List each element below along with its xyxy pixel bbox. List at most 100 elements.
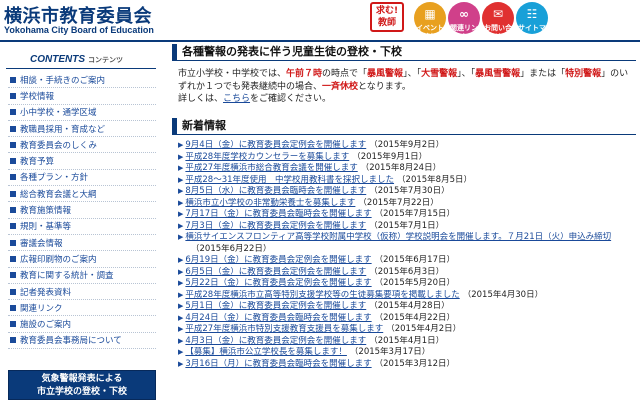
news-item-link[interactable]: 5月1日（金）に教育委員会定例会を開催します [185,301,366,313]
square-bullet-icon [10,304,16,311]
news-item-link[interactable]: 平成28年度横浜市立高等特別支援学校等の生徒募集要項を掲載しました [185,290,459,302]
site-header: 横浜市教育委員会 Yokohama City Board of Educatio… [0,0,640,44]
square-bullet-icon [10,207,16,214]
sidebar-item[interactable]: 教育施策情報 [8,202,156,219]
sidebar-item[interactable]: 教育委員会事務局について [8,333,156,350]
sidebar-item-label: 教育に関する統計・調査 [20,271,114,282]
news-item-date: （2015年7月22日） [358,197,439,208]
sidebar-item[interactable]: 教職員採用・育成など [8,121,156,138]
arrow-bullet-icon: ▶ [178,279,184,287]
arrow-bullet-icon: ▶ [178,336,184,345]
sidebar-item-label: 関連リンク [20,303,63,314]
news-item-link[interactable]: 平成27年度横浜市特別支援教育支援員を募集します [185,324,383,336]
sidebar-item-label: 相談・手続きのご案内 [20,75,106,86]
news-item-link[interactable]: 横浜市立小学校の非常勤栄養士を募集します [185,198,355,210]
related-links-button[interactable]: ∞ 関連リンク [448,2,480,41]
sidebar-item[interactable]: 教育予算 [8,153,156,170]
news-item-link[interactable]: 6月5日（金）に教育委員会定例会を開催します [185,267,366,279]
square-bullet-icon [10,337,16,344]
notice-section-title: 各種警報の発表に伴う児童生徒の登校・下校 [172,44,636,61]
news-item-link[interactable]: 8月5日（水）に教育委員会臨時会を開催します [185,186,366,198]
notice-snow-warning: 大雪警報 [421,69,458,79]
sidebar-item[interactable]: 総合教育会議と大綱 [8,186,156,203]
news-item: ▶ 5月1日（金）に教育委員会定例会を開催します （2015年4月28日） [178,301,634,313]
news-item-link[interactable]: 4月3日（金）に教育委員会定例会を開催します [185,336,366,348]
square-bullet-icon [10,223,16,230]
sidebar-item-label: 学校情報 [20,91,55,102]
news-item-link[interactable]: 【募集】横浜市公立学校長を募集します！ [185,347,347,359]
sidebar-item-label: 教育予算 [20,157,55,168]
banner-line-2: 市立学校の登校・下校 [36,387,127,397]
news-item-link[interactable]: 7月17日（金）に教育委員会臨時会を開催します [185,209,371,221]
contents-divider [6,68,156,69]
news-item-link[interactable]: 7月3日（金）に教育委員会定例会を開催します [185,221,366,233]
news-item-date: （2015年7月15日） [374,209,455,219]
arrow-bullet-icon: ▶ [178,325,184,333]
square-bullet-icon [10,76,16,83]
notice-part: の時点で「 [322,69,368,79]
sidebar-item[interactable]: 学校情報 [8,88,156,105]
news-item-link[interactable]: 6月19日（金）に教育委員会定例会を開催します [185,255,371,267]
notice-part: 市立小学校・中学校では、 [178,69,287,79]
news-item-link[interactable]: 平成28年度学校カウンセラーを募集します [185,152,349,164]
sidebar-item[interactable]: 規則・基準等 [8,219,156,235]
sidebar-item[interactable]: 教育委員会のしくみ [8,137,156,154]
sidebar-item-label: 施設のご案内 [20,320,72,331]
sidebar-item[interactable]: 教育に関する統計・調査 [8,268,156,284]
notice-part: をご確認ください。 [250,94,332,104]
sidebar-item[interactable]: 小中学校・通学区域 [8,105,156,121]
recruit-teacher-badge[interactable]: 求む!教師 [370,2,404,32]
news-item: ▶ 6月5日（金）に教育委員会定例会を開催します （2015年6月3日） [178,267,634,279]
sidebar-item[interactable]: 相談・手続きのご案内 [8,72,156,89]
news-item-link[interactable]: 9月4日（金）に教育委員会定例会を開催します [185,140,366,152]
news-item-date: （2015年4月30日） [462,289,544,300]
square-bullet-icon [10,92,16,99]
notice-storm-warning: 暴風警報 [367,69,404,79]
main-content: 各種警報の発表に伴う児童生徒の登校・下校 市立小学校・中学校では、午前７時の時点… [172,44,636,400]
news-item-link[interactable]: 5月22日（金）に教育委員会定例会を開催します [185,278,371,290]
mail-icon: ✉ [492,7,504,21]
sidebar-item[interactable]: 審議会情報 [8,235,156,252]
news-item: （2015年6月22日） [178,244,634,256]
sidebar-item[interactable]: 施設のご案内 [8,316,156,333]
news-item: ▶ 7月3日（金）に教育委員会定例会を開催します （2015年7月1日） [178,221,634,233]
news-item-link[interactable]: 平成28～31年度使用 中学校用教科書を採択しました [185,175,394,187]
contents-heading-sub: コンテンツ [88,57,123,64]
news-item-link[interactable]: 平成27年度横浜市総合教育会議を開催します [185,163,357,175]
sidebar-item-label: 教育施策情報 [20,206,72,217]
square-bullet-icon [10,272,16,279]
news-item-date: （2015年8月5日） [397,174,472,185]
sidebar-item[interactable]: 関連リンク [8,300,156,317]
news-item-link[interactable]: 横浜サイエンスフロンティア高等学校附属中学校（仮称）学校説明会を開催します。７月… [185,232,611,244]
notice-part: 」、「 [403,69,422,79]
arrow-bullet-icon: ▶ [178,141,184,149]
contents-heading: CONTENTS コンテンツ [30,54,123,65]
news-item-date: （2015年6月22日） [191,243,272,254]
weather-warning-banner[interactable]: 気象警報発表による 市立学校の登校・下校 [8,370,156,400]
contact-button[interactable]: ✉ お問い合せ [482,2,514,41]
arrow-bullet-icon: ▶ [178,267,184,276]
notice-time: 午前７時 [286,69,323,79]
notice-school-closure: 一斉休校 [322,81,359,92]
news-item-date: （2015年4月22日） [374,312,455,323]
arrow-bullet-icon: ▶ [178,175,184,184]
event-info-button[interactable]: ▦ イベント情報 [414,2,446,41]
arrow-bullet-icon: ▶ [178,348,184,356]
news-item-link[interactable]: 4月24日（金）に教育委員会臨時会を開催します [185,313,371,325]
notice-text: 市立小学校・中学校では、午前７時の時点で「暴風警報」、「大雪警報」、「暴風雪警報… [178,68,634,106]
news-item-link[interactable]: 3月16日（月）に教育委員会臨時会を開催します [185,359,371,371]
news-item: ▶ 4月24日（金）に教育委員会臨時会を開催します （2015年4月22日） [178,313,634,325]
notice-snowstorm-warning: 暴風雪警報 [475,69,521,79]
sidebar-item-label: 広報印刷物のご案内 [20,254,97,265]
sidebar-item[interactable]: 記者発表資料 [8,284,156,301]
sidebar-menu: 相談・手続きのご案内 学校情報小中学校・通学区域教職員採用・育成など 教育委員会のし… [8,72,156,350]
arrow-bullet-icon: ▶ [178,359,184,368]
site-logo-subtitle: Yokohama City Board of Education [4,25,154,35]
notice-details-link[interactable]: こちら [223,94,250,104]
square-bullet-icon [10,158,16,165]
sidebar-item-label: 小中学校・通学区域 [20,108,97,119]
sitemap-label: サイトマップ [518,24,546,41]
sidebar-item[interactable]: 広報印刷物のご案内 [8,251,156,268]
sidebar-item[interactable]: 各種プラン・方針 [8,170,156,187]
sitemap-button[interactable]: ☷ サイトマップ [516,2,548,41]
